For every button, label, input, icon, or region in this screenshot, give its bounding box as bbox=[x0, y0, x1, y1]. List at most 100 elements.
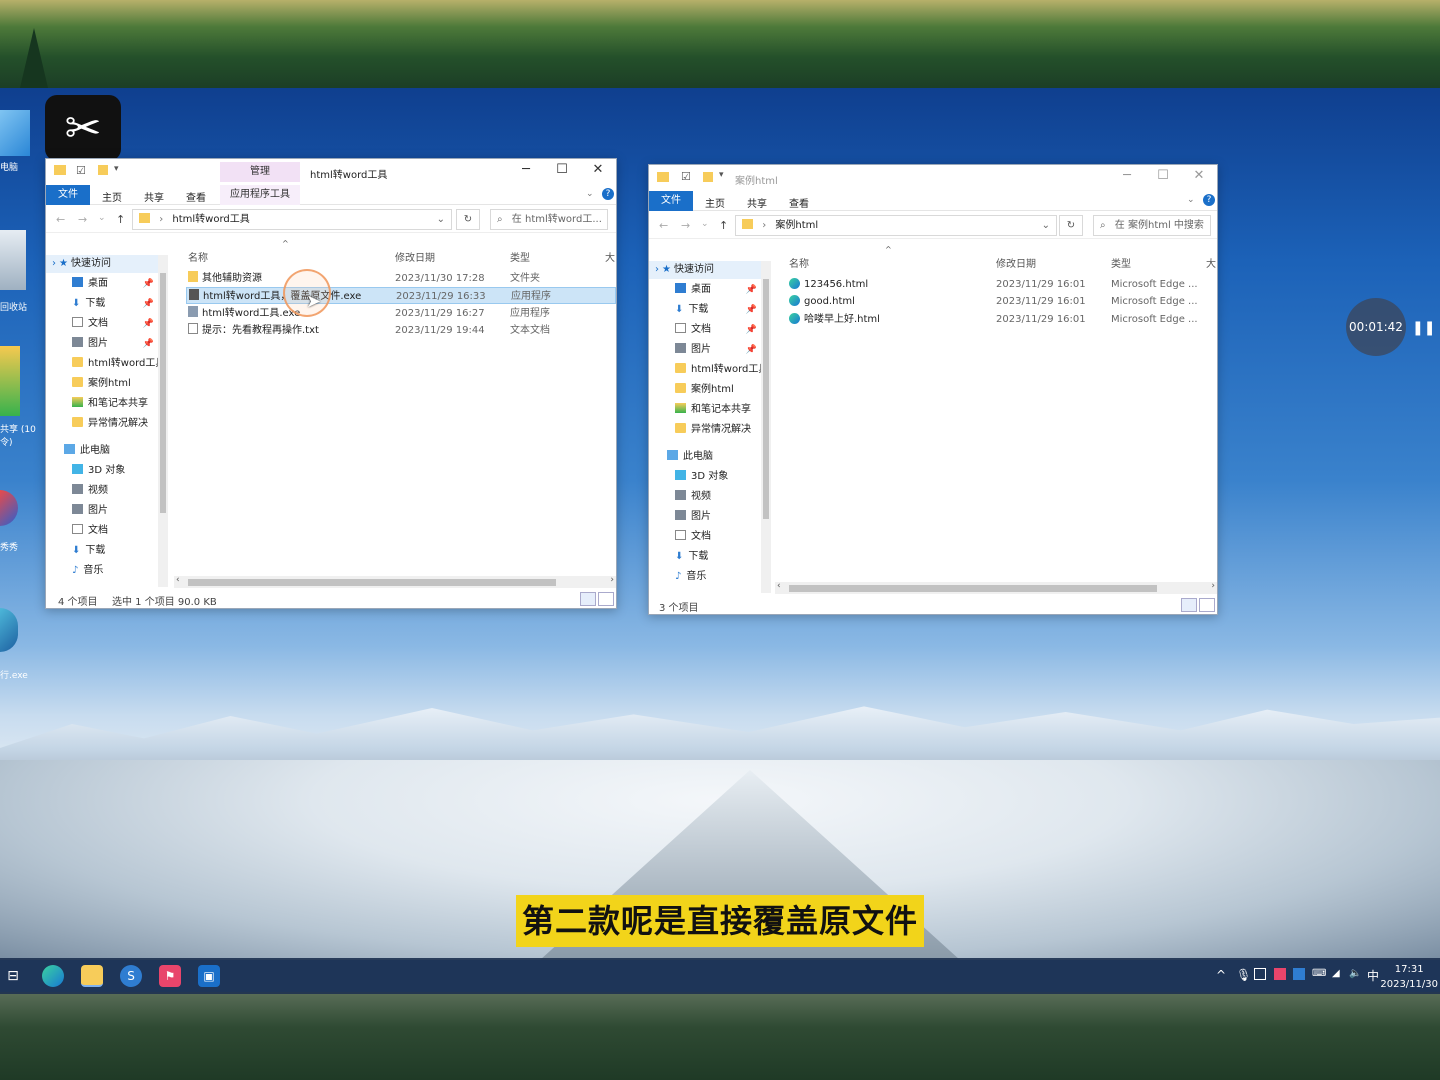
column-header-name[interactable]: 名称 bbox=[789, 255, 809, 270]
volume-icon[interactable]: 🔈 bbox=[1349, 968, 1361, 979]
scroll-thumb[interactable] bbox=[160, 273, 166, 513]
properties-icon[interactable]: ☑ bbox=[76, 164, 86, 177]
address-dropdown-icon[interactable]: ⌄ bbox=[437, 210, 445, 229]
file-list-hscrollbar[interactable]: ‹ › bbox=[775, 581, 1217, 594]
file-row[interactable]: 其他辅助资源 2023/11/30 17:28 文件夹 bbox=[186, 270, 616, 287]
nav-item-html-to-word[interactable]: html转word工具 bbox=[649, 361, 761, 379]
details-view-icon[interactable] bbox=[580, 592, 596, 606]
close-icon[interactable]: ✕ bbox=[1181, 168, 1217, 183]
large-icons-view-icon[interactable] bbox=[1199, 598, 1215, 612]
minimize-icon[interactable]: ─ bbox=[1109, 168, 1145, 183]
help-icon[interactable]: ? bbox=[1203, 194, 1215, 206]
recent-chevron-icon[interactable]: ⌄ bbox=[98, 213, 106, 223]
nav-item-notebook-share[interactable]: 和笔记本共享 bbox=[649, 401, 761, 419]
nav-item-quick-access[interactable]: › ★ 快速访问 bbox=[46, 255, 158, 273]
minimize-icon[interactable]: ─ bbox=[508, 162, 544, 177]
column-header-date[interactable]: 修改日期 bbox=[996, 255, 1036, 270]
scroll-thumb[interactable] bbox=[789, 585, 1157, 592]
nav-item-videos[interactable]: 视频 bbox=[46, 482, 158, 500]
nav-item-notebook-share[interactable]: 和笔记本共享 bbox=[46, 395, 158, 413]
file-row[interactable]: 哈喽早上好.html 2023/11/29 16:01 Microsoft Ed… bbox=[787, 311, 1217, 328]
pause-icon[interactable]: ❚❚ bbox=[1412, 320, 1435, 336]
quick-access-dropdown-icon[interactable]: ▾ bbox=[719, 170, 724, 180]
manage-tab[interactable]: 管理 bbox=[220, 162, 300, 182]
desktop-icon-recycle-bin[interactable]: 回收站 bbox=[0, 230, 38, 313]
explorer-window-html-to-word[interactable]: ☑ ▾ 管理 html转word工具 ─ ☐ ✕ 文件 主页 共享 查看 应用程… bbox=[45, 158, 617, 609]
scroll-thumb[interactable] bbox=[188, 579, 556, 586]
nav-item-quick-access[interactable]: › ★ 快速访问 bbox=[649, 261, 761, 279]
screen-recorder-icon[interactable]: ▣ bbox=[198, 965, 220, 987]
nav-item-case-html[interactable]: 案例html bbox=[649, 381, 761, 399]
column-header-name[interactable]: 名称 bbox=[188, 249, 208, 264]
nav-item-pictures[interactable]: 图片 📌 bbox=[46, 335, 158, 353]
ribbon-expand-icon[interactable]: ⌄ bbox=[1187, 195, 1195, 205]
scroll-right-icon[interactable]: › bbox=[610, 575, 614, 585]
file-row[interactable]: 提示：先看教程再操作.txt 2023/11/29 19:44 文本文档 bbox=[186, 322, 616, 339]
nav-item-exceptions[interactable]: 异常情况解决 bbox=[649, 421, 761, 439]
nav-item-videos[interactable]: 视频 bbox=[649, 488, 761, 506]
nav-item-3d-objects[interactable]: 3D 对象 bbox=[649, 468, 761, 486]
new-folder-icon[interactable] bbox=[703, 172, 713, 182]
taskbar-clock[interactable]: 17:31 2023/11/30 bbox=[1380, 962, 1438, 992]
capcut-app-icon[interactable]: ✂ bbox=[45, 95, 121, 161]
network-icon[interactable]: ◢ bbox=[1332, 968, 1340, 979]
file-explorer-icon[interactable] bbox=[81, 965, 103, 987]
tab-file[interactable]: 文件 bbox=[649, 191, 693, 211]
tab-view[interactable]: 查看 bbox=[789, 195, 809, 210]
sogou-icon[interactable]: S bbox=[120, 965, 142, 987]
address-bar[interactable]: › 案例html ⌄ bbox=[735, 215, 1057, 236]
app-tray-icon[interactable] bbox=[1293, 968, 1305, 980]
nav-item-documents[interactable]: 文档 📌 bbox=[46, 315, 158, 333]
refresh-icon[interactable]: ↻ bbox=[456, 209, 480, 230]
new-folder-icon[interactable] bbox=[98, 165, 108, 175]
explorer-window-case-html[interactable]: ☑ ▾ 案例html ─ ☐ ✕ 文件 主页 共享 查看 ⌄ ? ← → ⌄ ↑… bbox=[648, 164, 1218, 615]
tab-home[interactable]: 主页 bbox=[705, 195, 725, 210]
nav-item-this-pc[interactable]: 此电脑 bbox=[649, 448, 761, 466]
tab-share[interactable]: 共享 bbox=[144, 189, 164, 204]
properties-icon[interactable]: ☑ bbox=[681, 170, 691, 183]
nav-item-documents-pc[interactable]: 文档 bbox=[46, 522, 158, 540]
tab-home[interactable]: 主页 bbox=[102, 189, 122, 204]
nav-pane-scrollbar[interactable] bbox=[761, 261, 771, 593]
scroll-thumb[interactable] bbox=[763, 279, 769, 519]
up-arrow-icon[interactable]: ↑ bbox=[116, 213, 125, 226]
file-row[interactable]: 123456.html 2023/11/29 16:01 Microsoft E… bbox=[787, 276, 1217, 293]
column-header-type[interactable]: 类型 bbox=[1111, 255, 1131, 270]
tab-app-tools[interactable]: 应用程序工具 bbox=[220, 185, 300, 205]
nav-item-downloads-pc[interactable]: ⬇ 下载 bbox=[649, 548, 761, 566]
edge-browser-icon[interactable] bbox=[42, 965, 64, 987]
title-bar[interactable]: ☑ ▾ 案例html ─ ☐ ✕ bbox=[649, 165, 1217, 191]
close-icon[interactable]: ✕ bbox=[580, 162, 616, 177]
column-header-type[interactable]: 类型 bbox=[510, 249, 530, 264]
desktop-icon-share[interactable]: 共享 (10 令) bbox=[0, 346, 38, 448]
column-header-date[interactable]: 修改日期 bbox=[395, 249, 435, 264]
desktop-icon-meitu[interactable]: 秀秀 bbox=[0, 490, 38, 553]
file-row[interactable]: html转word工具.exe 2023/11/29 16:27 应用程序 bbox=[186, 305, 616, 322]
nav-item-downloads-pc[interactable]: ⬇ 下载 bbox=[46, 542, 158, 560]
tab-file[interactable]: 文件 bbox=[46, 185, 90, 205]
desktop-icon-computer[interactable]: 电脑 bbox=[0, 110, 38, 173]
desktop-icon-exe[interactable]: 行.exe bbox=[0, 608, 38, 681]
task-view-icon[interactable]: ⊟ bbox=[2, 965, 24, 987]
maximize-icon[interactable]: ☐ bbox=[1145, 168, 1181, 183]
up-arrow-icon[interactable]: ↑ bbox=[719, 219, 728, 232]
quick-access-dropdown-icon[interactable]: ▾ bbox=[114, 164, 119, 174]
nav-item-documents-pc[interactable]: 文档 bbox=[649, 528, 761, 546]
scroll-right-icon[interactable]: › bbox=[1211, 581, 1215, 591]
column-header-size[interactable]: 大 bbox=[1206, 255, 1216, 270]
scroll-left-icon[interactable]: ‹ bbox=[777, 581, 781, 591]
title-bar[interactable]: ☑ ▾ 管理 html转word工具 ─ ☐ ✕ bbox=[46, 159, 616, 185]
ribbon-expand-icon[interactable]: ⌄ bbox=[586, 189, 594, 199]
forward-arrow-icon[interactable]: → bbox=[78, 213, 87, 226]
nav-item-exceptions[interactable]: 异常情况解决 bbox=[46, 415, 158, 433]
nav-item-documents[interactable]: 文档 📌 bbox=[649, 321, 761, 339]
file-list-hscrollbar[interactable]: ‹ › bbox=[174, 575, 616, 588]
nav-item-case-html[interactable]: 案例html bbox=[46, 375, 158, 393]
nav-item-3d-objects[interactable]: 3D 对象 bbox=[46, 462, 158, 480]
nav-item-html-to-word[interactable]: html转word工具 bbox=[46, 355, 158, 373]
nav-item-music[interactable]: ♪ 音乐 bbox=[46, 562, 158, 580]
tab-share[interactable]: 共享 bbox=[747, 195, 767, 210]
file-row[interactable]: good.html 2023/11/29 16:01 Microsoft Edg… bbox=[787, 293, 1217, 310]
tab-view[interactable]: 查看 bbox=[186, 189, 206, 204]
nav-item-desktop[interactable]: 桌面 📌 bbox=[649, 281, 761, 299]
